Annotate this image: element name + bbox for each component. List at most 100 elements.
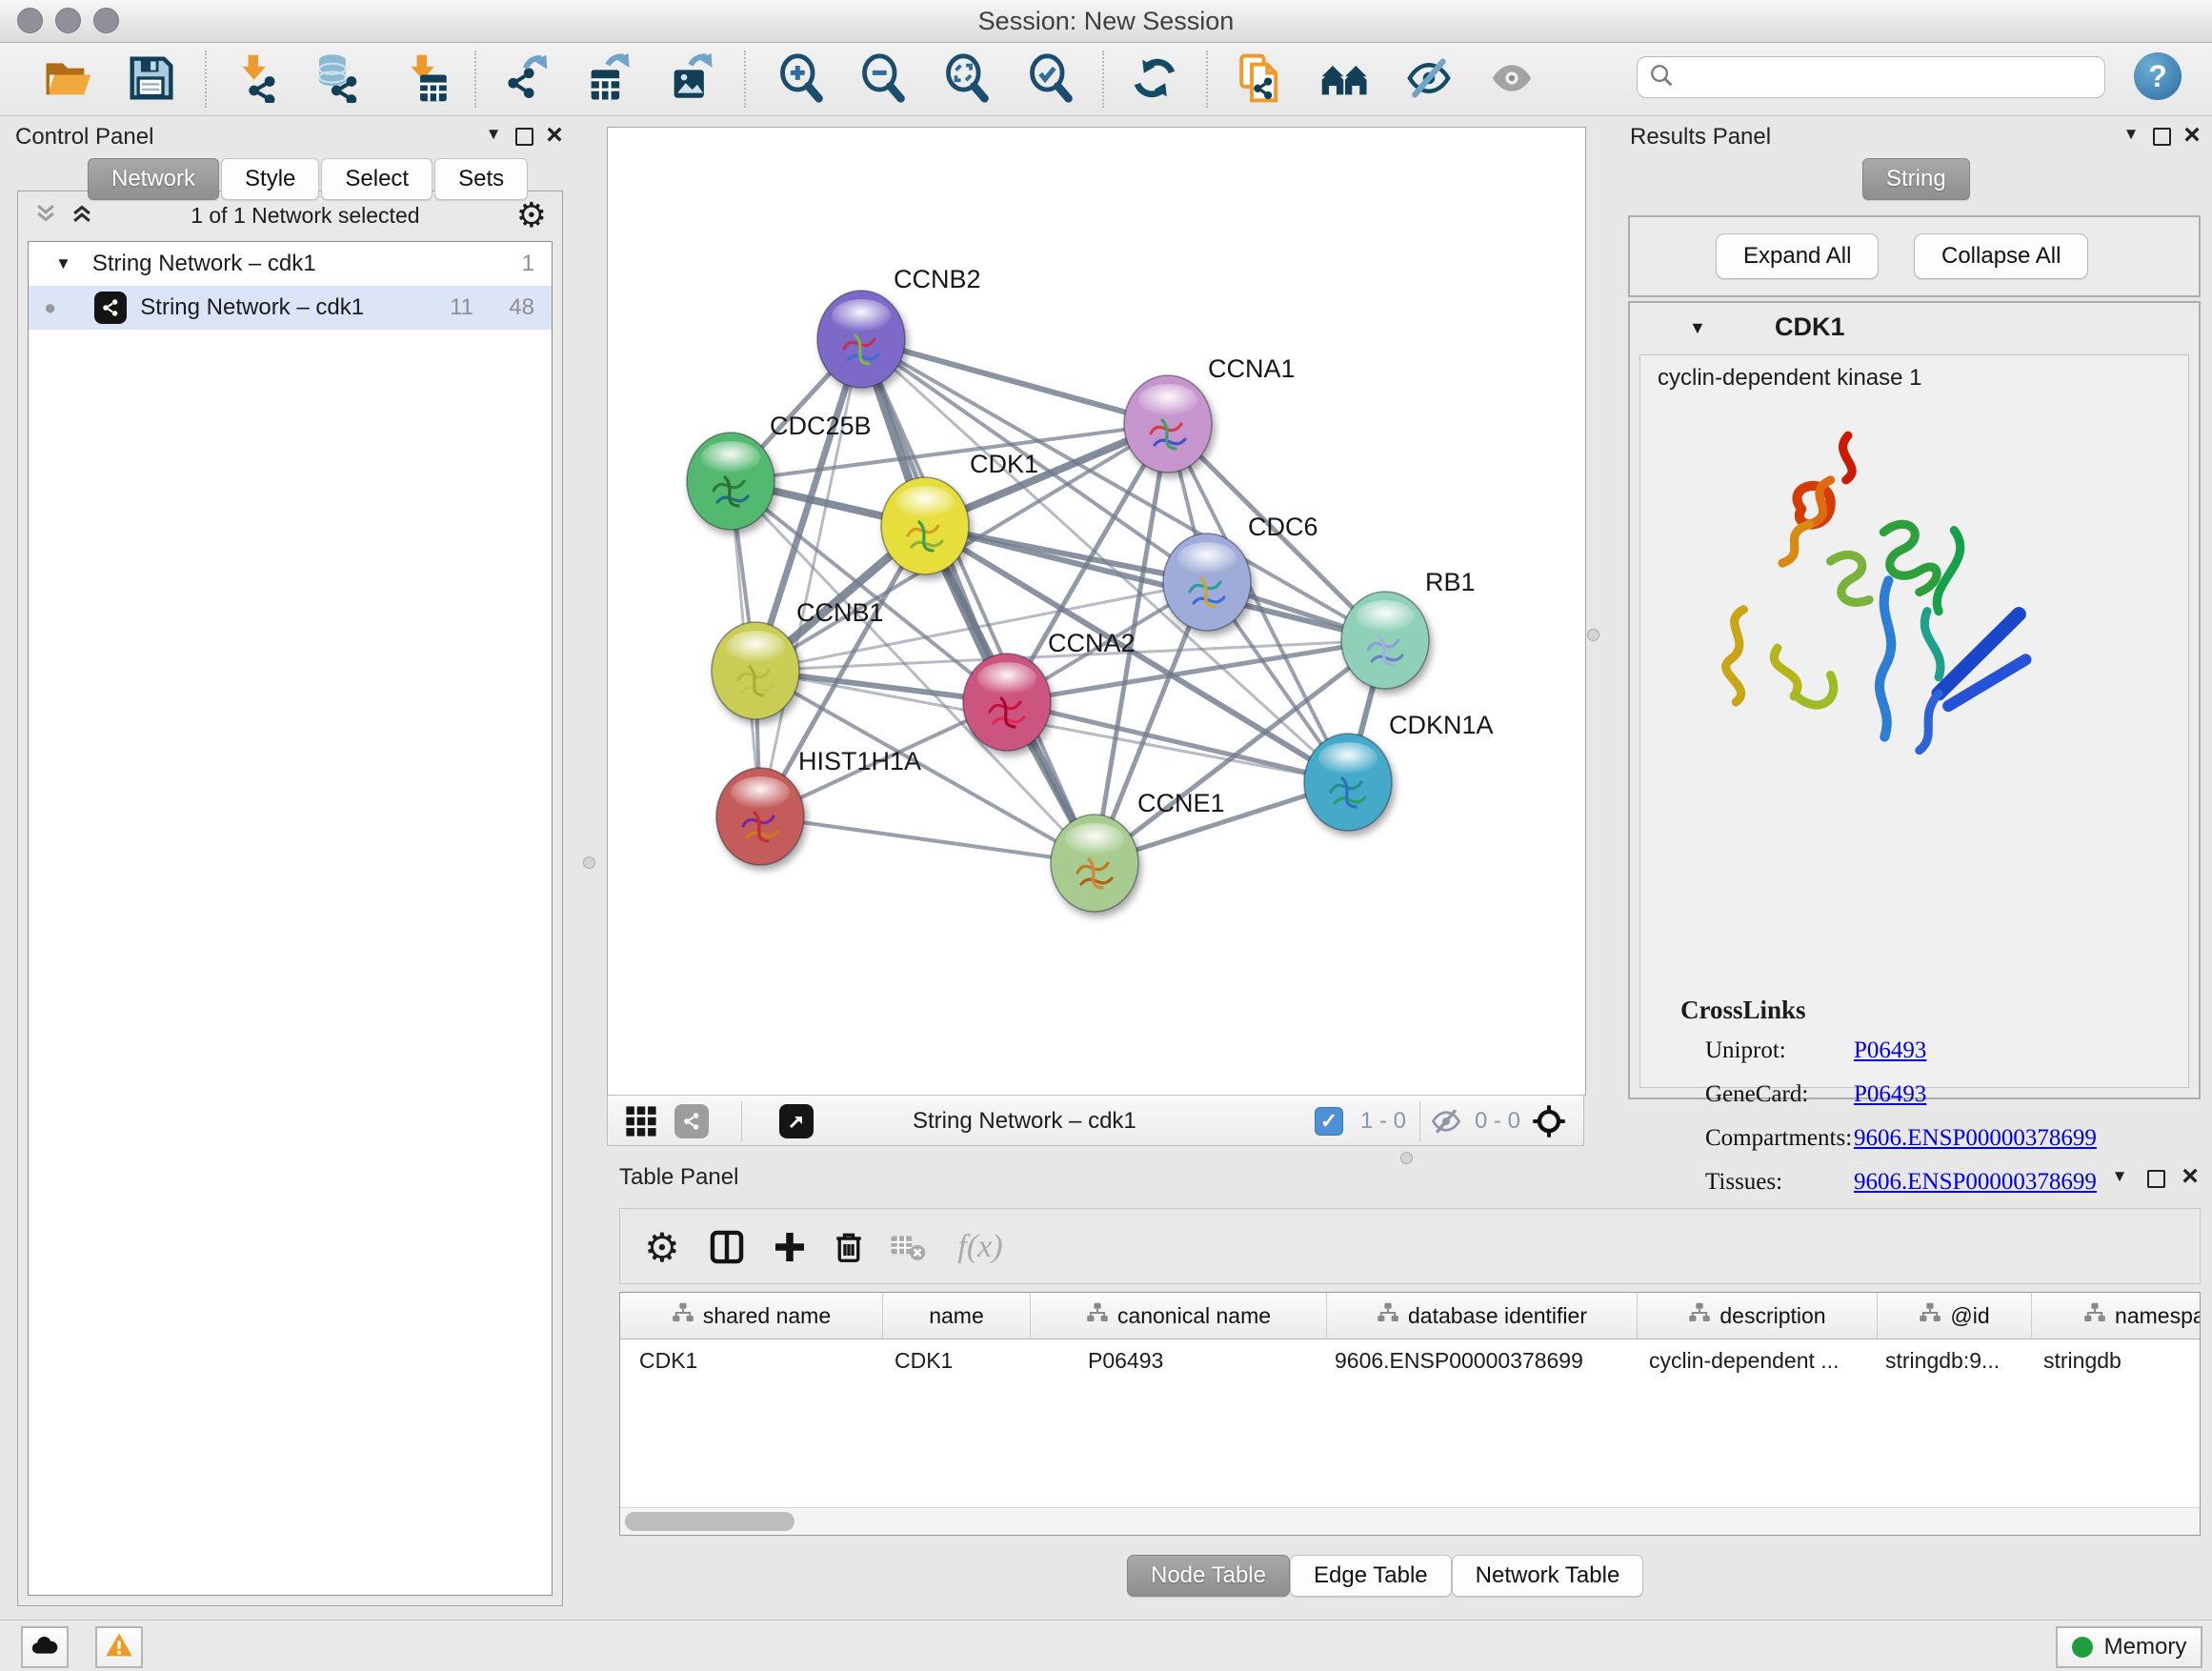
function-builder-icon[interactable]: f(x) xyxy=(942,1222,1018,1272)
add-column-icon[interactable] xyxy=(765,1222,814,1272)
show-all-button[interactable] xyxy=(1484,54,1539,106)
column-header[interactable]: shared name xyxy=(620,1293,883,1339)
window-zoom-button[interactable] xyxy=(93,8,119,33)
cloud-status-button[interactable] xyxy=(21,1626,69,1668)
network-node[interactable]: CCNB1 xyxy=(712,598,884,719)
panel-float-icon[interactable] xyxy=(2147,122,2176,151)
network-row[interactable]: ● String Network – cdk1 11 48 xyxy=(29,286,552,330)
zoom-selected-button[interactable] xyxy=(1023,54,1078,106)
expand-all-icon[interactable] xyxy=(70,201,94,231)
open-folder-icon xyxy=(43,56,92,105)
collapse-all-icon[interactable] xyxy=(33,201,58,231)
toolbar-separator xyxy=(741,1101,742,1141)
panel-close-icon[interactable]: × xyxy=(540,121,569,150)
tab-style[interactable]: Style xyxy=(221,158,319,200)
network-node[interactable]: CCNE1 xyxy=(1051,789,1225,912)
network-label: String Network – cdk1 xyxy=(140,294,364,321)
window-close-button[interactable] xyxy=(17,8,43,33)
crosslink-link[interactable]: 9606.ENSP00000378699 xyxy=(1854,1169,2097,1195)
export-table-button[interactable] xyxy=(580,54,635,106)
network-edge[interactable] xyxy=(861,339,1095,863)
search-input[interactable] xyxy=(1683,63,2104,91)
panel-close-icon[interactable]: × xyxy=(2178,121,2206,150)
network-canvas[interactable]: CCNB2CCNA1CDC25BCDK1CDC6RB1CCNB1CCNA2CDK… xyxy=(607,127,1586,1096)
column-type-icon xyxy=(672,1301,694,1330)
window-minimize-button[interactable] xyxy=(55,8,81,33)
network-node[interactable]: RB1 xyxy=(1341,568,1476,689)
crosslink-link[interactable]: P06493 xyxy=(1854,1037,1926,1063)
tab-node-table[interactable]: Node Table xyxy=(1127,1555,1290,1597)
import-table-button[interactable] xyxy=(399,54,454,106)
new-network-from-selection-button[interactable] xyxy=(1233,54,1288,106)
warnings-button[interactable] xyxy=(95,1626,143,1668)
selected-checkbox[interactable]: ✓ xyxy=(1315,1103,1343,1139)
tree-expand-icon[interactable]: ▼ xyxy=(55,254,71,273)
panel-menu-icon[interactable]: ▼ xyxy=(2117,120,2145,149)
tab-network[interactable]: Network xyxy=(88,158,219,200)
tab-network-table[interactable]: Network Table xyxy=(1452,1555,1644,1597)
export-network-button[interactable] xyxy=(496,54,552,106)
table-row[interactable]: CDK1 CDK1 P06493 9606.ENSP00000378699 cy… xyxy=(620,1339,2200,1381)
memory-button[interactable]: Memory xyxy=(2056,1626,2202,1668)
column-header[interactable]: description xyxy=(1638,1293,1878,1339)
crosslink-link[interactable]: 9606.ENSP00000378699 xyxy=(1854,1125,2097,1151)
right-splitter-handle[interactable] xyxy=(1587,629,1599,641)
export-network-icon xyxy=(500,53,548,108)
column-header[interactable]: name xyxy=(883,1293,1031,1339)
network-edge[interactable] xyxy=(1007,702,1348,782)
column-header[interactable]: @id xyxy=(1878,1293,2032,1339)
hidden-eye-icon[interactable] xyxy=(1431,1103,1461,1139)
delete-column-icon[interactable] xyxy=(824,1222,874,1272)
import-network-button[interactable] xyxy=(231,54,286,106)
delete-table-icon[interactable] xyxy=(883,1222,933,1272)
network-node[interactable]: CCNB2 xyxy=(817,265,981,388)
scrollbar-thumb[interactable] xyxy=(625,1512,794,1531)
network-edge[interactable] xyxy=(760,816,1095,863)
column-header[interactable]: namespace xyxy=(2032,1293,2201,1339)
panel-float-icon[interactable] xyxy=(2142,1164,2170,1193)
network-node[interactable]: HIST1H1A xyxy=(716,747,921,865)
panel-menu-icon[interactable]: ▼ xyxy=(479,120,508,149)
crosslink-link[interactable]: P06493 xyxy=(1854,1081,1926,1107)
export-image-button[interactable] xyxy=(663,54,718,106)
tab-string[interactable]: String xyxy=(1862,158,1970,200)
zoom-out-button[interactable] xyxy=(855,54,911,106)
left-splitter-handle[interactable] xyxy=(583,856,595,869)
network-selection-status: 1 of 1 Network selected xyxy=(94,203,516,229)
zoom-fit-button[interactable] xyxy=(939,54,995,106)
network-node[interactable]: CDKN1A xyxy=(1304,711,1494,831)
horizontal-splitter-handle[interactable] xyxy=(1400,1152,1413,1164)
save-session-button[interactable] xyxy=(124,54,179,106)
panel-close-icon[interactable]: × xyxy=(2176,1162,2204,1191)
network-node[interactable]: CDC25B xyxy=(687,412,872,530)
expand-all-button[interactable]: Expand All xyxy=(1716,233,1879,279)
hide-selection-button[interactable] xyxy=(1401,54,1457,106)
panel-float-icon[interactable] xyxy=(510,122,538,151)
section-collapse-icon[interactable]: ▼ xyxy=(1689,318,1706,338)
column-header[interactable]: database identifier xyxy=(1327,1293,1638,1339)
grid-view-icon[interactable] xyxy=(625,1103,657,1139)
tab-select[interactable]: Select xyxy=(321,158,432,200)
node-label: RB1 xyxy=(1425,568,1476,596)
tab-sets[interactable]: Sets xyxy=(434,158,528,200)
zoom-in-button[interactable] xyxy=(774,54,829,106)
crosshair-icon[interactable] xyxy=(1530,1103,1568,1139)
tab-edge-table[interactable]: Edge Table xyxy=(1290,1555,1452,1597)
panel-menu-icon[interactable]: ▼ xyxy=(2105,1162,2134,1191)
first-neighbors-button[interactable] xyxy=(1317,54,1373,106)
network-collection-row[interactable]: ▼ String Network – cdk1 1 xyxy=(29,242,552,286)
import-network-from-database-button[interactable] xyxy=(311,54,366,106)
open-session-button[interactable] xyxy=(40,54,95,106)
birdseye-view-icon[interactable] xyxy=(779,1103,814,1139)
collapse-all-button[interactable]: Collapse All xyxy=(1914,233,2088,279)
node-label: CDKN1A xyxy=(1389,711,1494,739)
table-gear-icon[interactable]: ⚙ xyxy=(637,1222,687,1272)
column-header[interactable]: canonical name xyxy=(1031,1293,1327,1339)
network-view-type-icon[interactable] xyxy=(674,1103,709,1139)
gear-icon[interactable]: ⚙ xyxy=(516,198,547,232)
network-node[interactable]: CCNA1 xyxy=(1124,354,1296,473)
split-columns-icon[interactable] xyxy=(702,1222,752,1272)
database-import-icon xyxy=(314,53,362,108)
refresh-view-button[interactable] xyxy=(1127,54,1182,106)
help-button[interactable]: ? xyxy=(2134,52,2182,100)
